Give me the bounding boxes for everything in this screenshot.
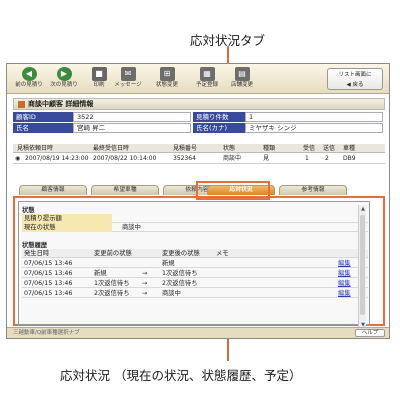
schedule-register-button[interactable]: ▦ 予定登録	[190, 67, 224, 91]
estimate-history-table: 見積依頼日時 最終受信日時 見積番号 状態 種類 受信 送信 車種 ◉ 2007…	[13, 144, 385, 168]
table-row: 07/06/15 13:46 2次返信待ち → 商談中 編集	[22, 289, 368, 298]
status-section-title: 状態	[22, 207, 35, 214]
name-value: 宮崎 昇二	[73, 123, 191, 133]
toolbar: ◀ 前の見積り ▶ 次の見積り ■ 印刷 ✉ メッセージ ⊞ 状態変更 ▦ 予定登録 ▤ 店舗…	[7, 64, 389, 94]
printer-icon: ■	[91, 67, 107, 81]
prev-record-button[interactable]: ◀ 前の見積り	[12, 67, 46, 91]
name-kana-value: ミヤザキ シンジ	[245, 123, 383, 133]
arrow-icon: →	[142, 280, 148, 287]
estimate-count-label: 見積り件数	[193, 112, 245, 122]
help-button[interactable]: ヘルプ	[355, 329, 385, 337]
scroll-up-icon[interactable]: ▲	[359, 205, 367, 213]
row-select-radio[interactable]: ◉	[15, 154, 20, 164]
tab-desired-items[interactable]: 希望車種	[91, 185, 159, 195]
col-first-received: 見積依頼日時	[17, 145, 54, 152]
current-status-value: 商談中	[122, 224, 141, 231]
page-title: 商談中顧客 詳細情報	[13, 98, 385, 110]
customer-id-label: 顧客ID	[13, 112, 73, 122]
edit-link[interactable]: 編集	[338, 279, 351, 288]
col-estimate-no: 見積番号	[173, 145, 198, 152]
panel-scrollbar[interactable]: ▲ ▼	[358, 205, 366, 329]
col-sent: 送信	[323, 145, 336, 152]
name-label: 氏名	[13, 123, 73, 133]
name-kana-label: 氏名(カナ)	[193, 123, 245, 133]
prev-arrow-icon: ◀	[21, 67, 37, 81]
response-status-panel: 状態 見積り提示額 現在の状態 商談中 状態履歴 発生日時 変更前の状態 変更後の…	[13, 196, 385, 329]
arrow-icon: →	[142, 270, 148, 277]
col-received: 受信	[303, 145, 316, 152]
tab-callout-box	[196, 181, 270, 200]
status-bar: 三越動車/Q前車種選択ナブ ヘルプ	[7, 327, 389, 338]
status-change-button[interactable]: ⊞ 状態変更	[147, 67, 187, 91]
col-store: 車種	[343, 145, 356, 152]
next-arrow-icon: ▶	[56, 67, 72, 81]
store-change-button[interactable]: ▤ 店舗変更	[225, 67, 259, 91]
table-row: 07/06/15 13:46 新規 → 1次返信待ち 編集	[22, 269, 368, 278]
col-status: 状態	[223, 145, 236, 152]
store-icon: ▤	[234, 67, 250, 81]
annotation-panel-label: 応対状況 （現在の状況、状態履歴、予定）	[60, 368, 302, 383]
app-window: ◀ 前の見積り ▶ 次の見積り ■ 印刷 ✉ メッセージ ⊞ 状態変更 ▦ 予定登録 ▤ 店舗…	[6, 63, 390, 339]
scroll-thumb[interactable]	[360, 215, 365, 315]
history-section-title: 状態履歴	[22, 242, 48, 249]
edit-link[interactable]: 編集	[338, 259, 351, 268]
table-row: 07/06/15 13:46 1次返信待ち → 2次返信待ち 編集	[22, 279, 368, 288]
edit-link[interactable]: 編集	[338, 289, 351, 298]
back-to-list-button[interactable]: リスト画面に ◀ 戻る	[327, 68, 383, 90]
calendar-icon: ▦	[199, 67, 215, 81]
screenshot-stage: 応対状況タブ ◀ 前の見積り ▶ 次の見積り ■ 印刷 ✉ メッセージ ⊞ 状態変更 ▦ 予…	[0, 0, 400, 400]
message-button[interactable]: ✉ メッセージ	[111, 67, 145, 91]
table-row: 07/06/15 13:46 新規 編集	[22, 259, 368, 268]
title-marker-icon	[18, 101, 25, 108]
next-record-button[interactable]: ▶ 次の見積り	[47, 67, 81, 91]
tab-reference-info[interactable]: 参考情報	[279, 185, 347, 195]
edit-link[interactable]: 編集	[338, 269, 351, 278]
col-type: 種類	[263, 145, 276, 152]
tab-customer-info[interactable]: 顧客情報	[19, 185, 87, 195]
customer-id-value: 3522	[73, 112, 191, 122]
estimate-count-value: 1	[245, 112, 383, 122]
callout-line-bottom	[227, 339, 229, 361]
message-icon: ✉	[120, 67, 136, 81]
arrow-icon: →	[142, 290, 148, 297]
status-change-icon: ⊞	[159, 67, 175, 81]
col-last-received: 最終受信日時	[93, 145, 130, 152]
